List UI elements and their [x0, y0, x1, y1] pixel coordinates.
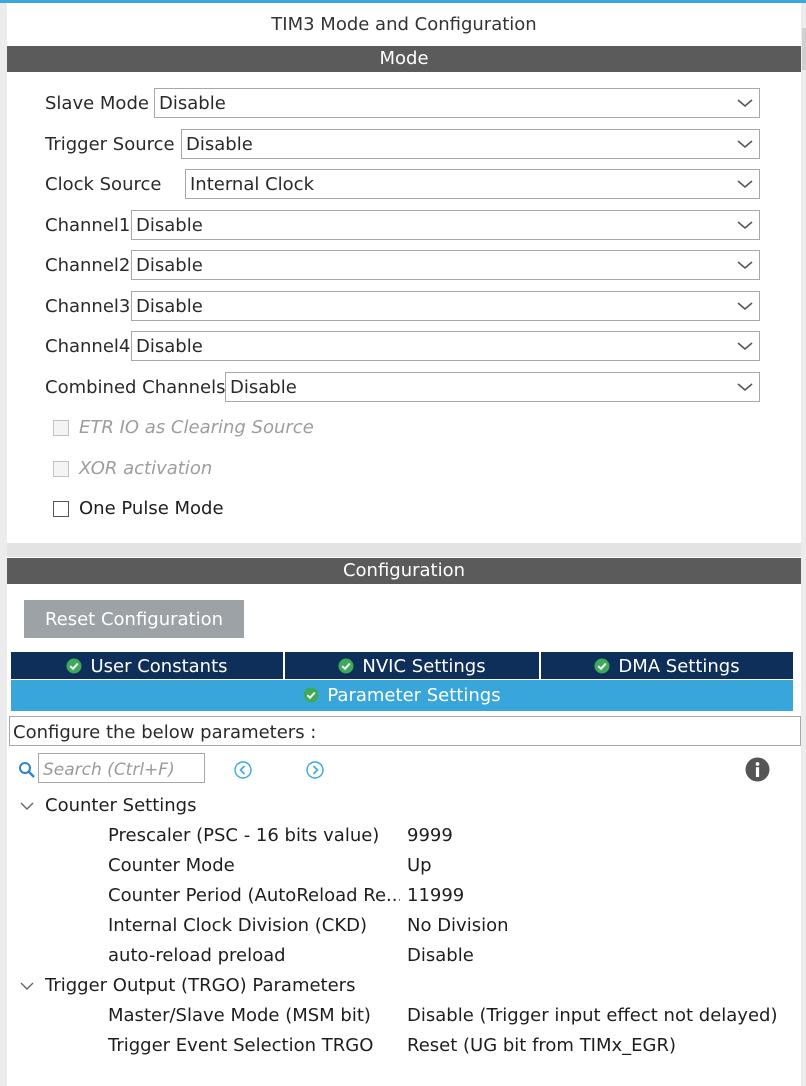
- clock-source-select[interactable]: Internal Clock: [185, 169, 760, 199]
- etr-io-clearing-label: ETR IO as Clearing Source: [79, 417, 314, 438]
- check-circle-icon: [594, 658, 610, 674]
- param-counter-period-value[interactable]: 11999: [407, 883, 464, 909]
- chevron-down-icon: [737, 140, 753, 149]
- tab-parameter-settings-label: Parameter Settings: [327, 685, 501, 706]
- group-trigger-output[interactable]: Trigger Output (TRGO) Parameters: [45, 973, 355, 999]
- channel1-value: Disable: [136, 215, 203, 236]
- param-prescaler-value[interactable]: 9999: [407, 823, 453, 849]
- param-master-slave-value[interactable]: Disable (Trigger input effect not delaye…: [407, 1003, 777, 1029]
- param-prescaler-name: Prescaler (PSC - 16 bits value): [108, 825, 380, 846]
- param-clock-division-value[interactable]: No Division: [407, 913, 509, 939]
- trigger-source-label: Trigger Source: [45, 134, 175, 155]
- info-icon[interactable]: [745, 757, 770, 782]
- tab-nvic-settings-label: NVIC Settings: [362, 656, 486, 677]
- channel2-label: Channel2: [45, 255, 131, 276]
- chevron-down-icon[interactable]: [20, 800, 34, 812]
- channel2-select[interactable]: Disable: [131, 250, 760, 280]
- slave-mode-label: Slave Mode: [45, 93, 149, 114]
- tab-dma-settings-label: DMA Settings: [618, 656, 740, 677]
- param-auto-reload-preload-value[interactable]: Disable: [407, 943, 474, 969]
- channel3-value: Disable: [136, 296, 203, 317]
- chevron-down-icon: [737, 302, 753, 311]
- param-trigger-event-value[interactable]: Reset (UG bit from TIMx_EGR): [407, 1033, 676, 1059]
- configuration-section-header[interactable]: Configuration: [7, 558, 801, 584]
- tab-user-constants[interactable]: User Constants: [11, 652, 283, 679]
- channel2-value: Disable: [136, 255, 203, 276]
- param-counter-period-name: Counter Period (AutoReload Re...: [108, 885, 400, 906]
- slave-mode-select[interactable]: Disable: [154, 88, 760, 118]
- combined-channels-label: Combined Channels: [45, 377, 226, 398]
- arrow-left-circle-icon[interactable]: [234, 761, 252, 779]
- search-input[interactable]: Search (Ctrl+F): [38, 753, 205, 783]
- tab-parameter-settings[interactable]: Parameter Settings: [11, 680, 793, 711]
- channel1-label: Channel1: [45, 215, 131, 236]
- search-placeholder: Search (Ctrl+F): [43, 760, 175, 780]
- tab-dma-settings[interactable]: DMA Settings: [541, 652, 793, 679]
- channel1-select[interactable]: Disable: [131, 210, 760, 240]
- param-clock-division-name: Internal Clock Division (CKD): [108, 915, 368, 936]
- param-counter-mode-value[interactable]: Up: [407, 853, 432, 879]
- check-circle-icon: [303, 687, 319, 703]
- trigger-source-value: Disable: [186, 134, 253, 155]
- one-pulse-mode-checkbox[interactable]: [53, 501, 69, 517]
- clock-source-value: Internal Clock: [190, 174, 314, 195]
- arrow-right-circle-icon[interactable]: [306, 761, 324, 779]
- channel4-value: Disable: [136, 336, 203, 357]
- slave-mode-value: Disable: [159, 93, 226, 114]
- tab-user-constants-label: User Constants: [90, 656, 228, 677]
- param-counter-mode-name: Counter Mode: [108, 855, 235, 876]
- chevron-down-icon: [737, 383, 753, 392]
- left-gutter: [0, 3, 7, 1086]
- channel4-label: Channel4: [45, 336, 131, 357]
- one-pulse-mode-label: One Pulse Mode: [79, 498, 224, 519]
- xor-activation-label: XOR activation: [79, 458, 213, 479]
- combined-channels-select[interactable]: Disable: [225, 372, 760, 402]
- tab-nvic-settings[interactable]: NVIC Settings: [285, 652, 539, 679]
- param-auto-reload-preload-name: auto-reload preload: [108, 945, 286, 966]
- section-divider[interactable]: [7, 543, 801, 557]
- chevron-down-icon: [737, 221, 753, 230]
- param-master-slave-name: Master/Slave Mode (MSM bit): [108, 1005, 371, 1026]
- chevron-down-icon: [737, 99, 753, 108]
- channel3-select[interactable]: Disable: [131, 291, 760, 321]
- chevron-down-icon[interactable]: [20, 980, 34, 992]
- vertical-scrollbar[interactable]: [801, 3, 806, 1086]
- search-icon: [19, 762, 35, 778]
- window-title: TIM3 Mode and Configuration: [271, 14, 537, 35]
- trigger-source-select[interactable]: Disable: [181, 129, 760, 159]
- combined-channels-value: Disable: [230, 377, 297, 398]
- scrollbar-thumb[interactable]: [802, 28, 806, 70]
- clock-source-label: Clock Source: [45, 174, 162, 195]
- param-trigger-event-name: Trigger Event Selection TRGO: [108, 1035, 374, 1056]
- check-circle-icon: [338, 658, 354, 674]
- mode-section-header[interactable]: Mode: [7, 46, 801, 72]
- channel4-select[interactable]: Disable: [131, 331, 760, 361]
- chevron-down-icon: [737, 180, 753, 189]
- group-counter-settings[interactable]: Counter Settings: [45, 793, 196, 819]
- reset-configuration-button[interactable]: Reset Configuration: [24, 600, 244, 638]
- chevron-down-icon: [737, 342, 753, 351]
- xor-activation-checkbox[interactable]: [53, 461, 69, 477]
- channel3-label: Channel3: [45, 296, 131, 317]
- check-circle-icon: [66, 658, 82, 674]
- parameters-info-text: Configure the below parameters :: [9, 716, 801, 746]
- etr-io-clearing-checkbox[interactable]: [53, 420, 69, 436]
- chevron-down-icon: [737, 261, 753, 270]
